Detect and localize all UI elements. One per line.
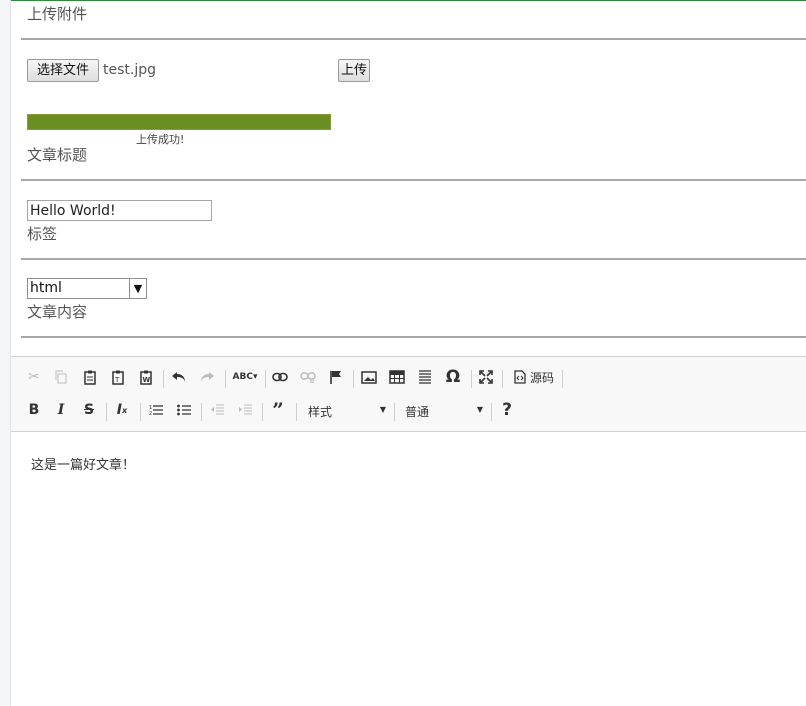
toolbar-separator xyxy=(225,370,226,388)
toolbar-separator xyxy=(471,370,472,388)
dropdown-arrow-icon[interactable]: ▼ xyxy=(129,279,146,298)
horizontal-line-icon[interactable] xyxy=(414,366,436,388)
toolbar-separator xyxy=(353,370,354,388)
spellcheck-icon[interactable]: ABC▾ xyxy=(231,366,259,388)
toolbar-separator xyxy=(140,403,141,421)
tag-select[interactable]: html ▼ xyxy=(27,278,147,299)
unlink-icon[interactable] xyxy=(297,366,319,388)
paste-word-icon[interactable]: W xyxy=(135,366,157,388)
divider xyxy=(21,336,806,338)
source-icon[interactable] xyxy=(509,366,531,388)
style-combo-value: 样式 xyxy=(308,405,333,419)
toolbar-separator xyxy=(262,403,263,421)
title-label: 文章标题 xyxy=(27,146,88,164)
special-char-icon[interactable]: Ω xyxy=(442,366,464,388)
format-combo[interactable]: 普通 ▼ xyxy=(405,401,483,421)
bold-icon[interactable]: B xyxy=(23,399,45,421)
selected-file-name: test.jpg xyxy=(103,62,156,78)
cut-icon[interactable]: ✂ xyxy=(23,366,45,388)
svg-text:2: 2 xyxy=(149,411,152,416)
table-icon[interactable] xyxy=(386,366,408,388)
help-icon[interactable]: ? xyxy=(496,399,518,421)
upload-progress-bar xyxy=(27,114,331,130)
divider xyxy=(21,179,806,181)
upload-status-text: 上传成功! xyxy=(136,133,185,146)
format-combo-value: 普通 xyxy=(405,405,430,419)
divider xyxy=(21,258,806,260)
rich-text-editor: ✂ T W ABC▾ Ω 源码 B I S I x 1 2 ” 样式 ▼ 普通 … xyxy=(11,356,806,706)
toolbar-separator xyxy=(491,403,492,421)
editor-toolbar: ✂ T W ABC▾ Ω 源码 B I S I x 1 2 ” 样式 ▼ 普通 … xyxy=(11,357,806,432)
anchor-icon[interactable] xyxy=(325,366,347,388)
svg-text:W: W xyxy=(143,376,151,384)
title-input[interactable] xyxy=(27,200,212,221)
toolbar-separator xyxy=(394,403,395,421)
undo-icon[interactable] xyxy=(168,366,190,388)
numbered-list-icon[interactable]: 12 xyxy=(145,399,167,421)
strike-icon[interactable]: S xyxy=(78,399,100,421)
redo-icon[interactable] xyxy=(196,366,218,388)
paste-text-icon[interactable]: T xyxy=(107,366,129,388)
indent-icon[interactable] xyxy=(234,399,256,421)
bulleted-list-icon[interactable] xyxy=(173,399,195,421)
tag-select-value: html xyxy=(30,280,62,296)
divider xyxy=(21,38,806,40)
toolbar-separator xyxy=(201,403,202,421)
chevron-down-icon: ▼ xyxy=(379,405,386,414)
style-combo[interactable]: 样式 ▼ xyxy=(308,401,386,421)
maximize-icon[interactable] xyxy=(475,366,497,388)
link-icon[interactable] xyxy=(269,366,291,388)
source-button-label[interactable]: 源码 xyxy=(530,369,554,386)
upload-button[interactable]: 上传 xyxy=(338,59,370,82)
editor-content[interactable]: 这是一篇好文章！ xyxy=(31,454,135,473)
upload-progress-fill xyxy=(28,115,330,129)
copy-icon[interactable] xyxy=(50,366,72,388)
toolbar-separator xyxy=(502,370,503,388)
left-rail xyxy=(0,0,11,706)
toolbar-separator xyxy=(562,370,563,388)
remove-format-icon[interactable]: Ix xyxy=(111,399,133,421)
toolbar-separator xyxy=(296,403,297,421)
svg-text:T: T xyxy=(114,376,120,384)
toolbar-separator xyxy=(106,403,107,421)
content-label: 文章内容 xyxy=(27,303,88,321)
toolbar-separator xyxy=(163,370,164,388)
toolbar-separator xyxy=(265,370,266,388)
italic-icon[interactable]: I xyxy=(50,399,72,421)
chevron-down-icon: ▼ xyxy=(476,405,483,414)
top-border-line xyxy=(0,0,806,1)
tag-label: 标签 xyxy=(27,225,58,243)
attachment-label: 上传附件 xyxy=(27,5,88,23)
image-icon[interactable] xyxy=(358,366,380,388)
outdent-icon[interactable] xyxy=(206,399,228,421)
choose-file-button[interactable]: 选择文件 xyxy=(27,59,99,82)
blockquote-icon[interactable]: ” xyxy=(267,398,289,422)
paste-icon[interactable] xyxy=(79,366,101,388)
